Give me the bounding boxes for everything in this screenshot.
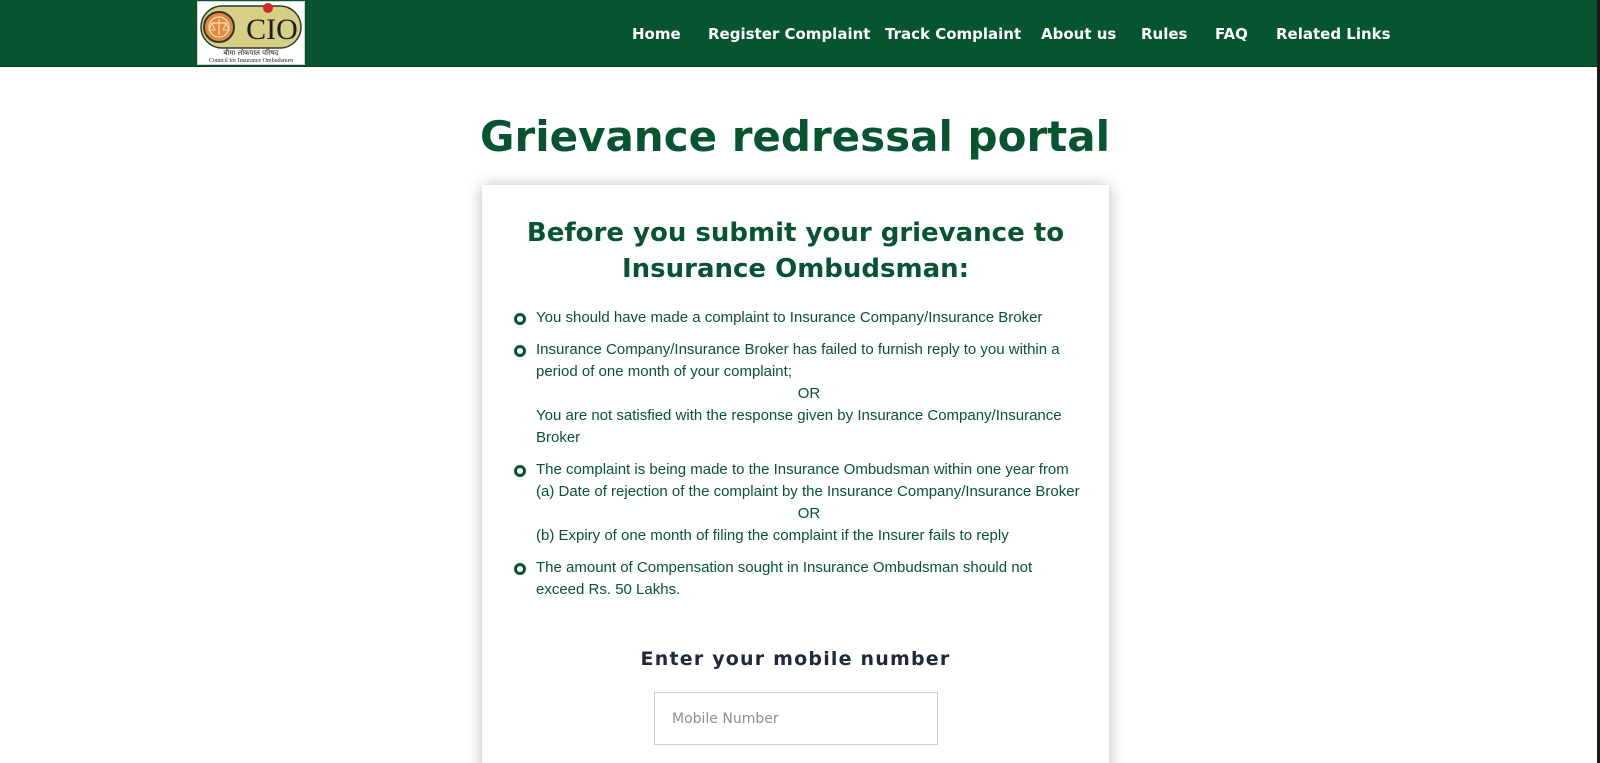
bullet-circle-icon	[514, 345, 526, 357]
rule-text: The complaint is being made to the Insur…	[536, 461, 1069, 478]
svg-text:CIO: CIO	[246, 13, 298, 46]
card-heading-line2: Insurance Ombudsman:	[621, 254, 970, 284]
eligibility-item: Insurance Company/Insurance Broker has f…	[514, 339, 1084, 449]
nav-home[interactable]: Home	[632, 24, 681, 44]
eligibility-item: You should have made a complaint to Insu…	[514, 307, 1084, 329]
rule-or: OR	[797, 385, 821, 402]
mobile-number-label: Enter your mobile number	[640, 648, 951, 670]
rule-text: Insurance Company/Insurance Broker has f…	[536, 341, 1060, 380]
svg-text:बीमा लोकपाल परिषद: बीमा लोकपाल परिषद	[223, 48, 278, 57]
rule-text: You should have made a complaint to Insu…	[536, 309, 1043, 326]
nav-rules[interactable]: Rules	[1141, 24, 1187, 44]
rule-text: The amount of Compensation sought in Ins…	[536, 559, 1033, 598]
eligibility-item: The amount of Compensation sought in Ins…	[514, 557, 1084, 601]
card-heading: Before you submit your grievance to Insu…	[482, 215, 1109, 287]
bullet-circle-icon	[514, 465, 526, 477]
nav-track-complaint[interactable]: Track Complaint	[885, 24, 1021, 44]
rule-text: You are not satisfied with the response …	[536, 407, 1062, 446]
eligibility-list: You should have made a complaint to Insu…	[514, 307, 1084, 611]
nav-about-us[interactable]: About us	[1041, 24, 1116, 44]
page-title: Grievance redressal portal	[480, 112, 1110, 161]
nav-register-complaint[interactable]: Register Complaint	[708, 24, 870, 44]
nav-faq[interactable]: FAQ	[1215, 24, 1248, 44]
bullet-circle-icon	[514, 313, 526, 325]
rule-text: (b) Expiry of one month of filing the co…	[536, 527, 1009, 544]
cio-logo[interactable]: CIO बीमा लोकपाल परिषद Council for Insura…	[197, 1, 305, 65]
top-navbar: CIO बीमा लोकपाल परिषद Council for Insura…	[0, 0, 1597, 67]
rule-or: OR	[797, 505, 821, 522]
cio-logo-icon: CIO बीमा लोकपाल परिषद Council for Insura…	[200, 3, 302, 64]
nav-related-links[interactable]: Related Links	[1276, 24, 1391, 44]
card-heading-line1: Before you submit your grievance to	[526, 218, 1065, 248]
rule-text: (a) Date of rejection of the complaint b…	[536, 483, 1080, 500]
mobile-number-input[interactable]	[654, 692, 938, 745]
bullet-circle-icon	[514, 563, 526, 575]
svg-text:Council for Insurance Ombudsme: Council for Insurance Ombudsmen	[209, 57, 293, 64]
grievance-card: Before you submit your grievance to Insu…	[482, 185, 1109, 763]
eligibility-item: The complaint is being made to the Insur…	[514, 459, 1084, 547]
